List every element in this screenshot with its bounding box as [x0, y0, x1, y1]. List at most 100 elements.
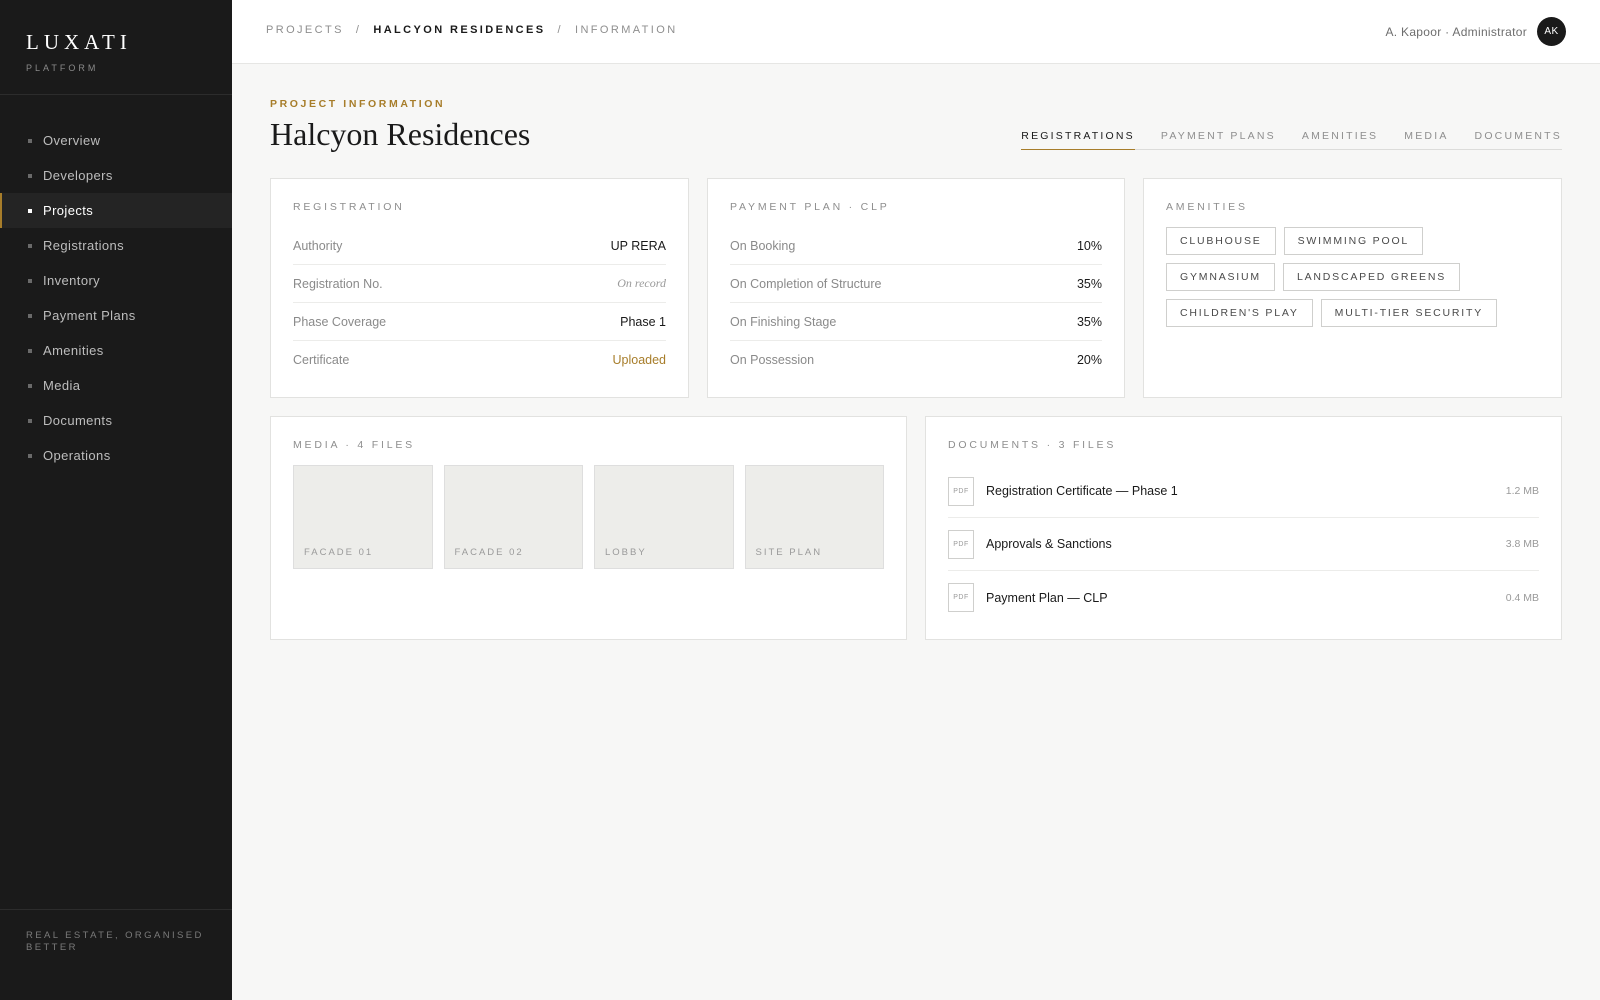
brand-subtitle: PLATFORM — [26, 63, 99, 73]
tab-amenities[interactable]: AMENITIES — [1302, 130, 1378, 149]
certificate-status[interactable]: Uploaded — [612, 353, 666, 367]
sidebar-item-label: Inventory — [43, 273, 101, 288]
payment-plan-card: PAYMENT PLAN · CLP On Booking 10% On Com… — [707, 178, 1125, 398]
breadcrumb-projects[interactable]: PROJECTS — [266, 24, 344, 36]
table-row: On Completion of Structure 35% — [730, 265, 1102, 303]
row-key: Registration No. — [293, 276, 383, 291]
thumbnail-caption: FACADE 02 — [454, 547, 524, 558]
table-row: Phase Coverage Phase 1 — [293, 303, 666, 341]
sidebar-item-registrations[interactable]: Registrations — [0, 228, 232, 263]
bullet-icon — [28, 278, 32, 283]
row-value: 35% — [1076, 276, 1102, 291]
sidebar-item-label: Operations — [43, 448, 111, 463]
bullet-icon — [28, 173, 32, 178]
tab-media[interactable]: MEDIA — [1404, 130, 1448, 149]
amenity-chip[interactable]: CLUBHOUSE — [1166, 227, 1276, 255]
page-eyebrow: PROJECT INFORMATION — [270, 98, 446, 110]
sidebar-nav: Overview Developers Projects Registratio… — [0, 95, 232, 473]
sidebar: LUXATI PLATFORM Overview Developers Proj… — [0, 0, 232, 1000]
bullet-icon — [28, 348, 32, 353]
registration-card: REGISTRATION Authority UP RERA Registrat… — [270, 178, 689, 398]
sidebar-item-inventory[interactable]: Inventory — [0, 263, 232, 298]
table-row: On Finishing Stage 35% — [730, 303, 1102, 341]
sidebar-item-label: Projects — [43, 203, 94, 218]
document-size: 1.2 MB — [1505, 485, 1539, 497]
document-name[interactable]: Approvals & Sanctions — [986, 537, 1506, 551]
table-row: Registration No. On record — [293, 265, 666, 303]
document-list: PDF Registration Certificate — Phase 1 1… — [948, 465, 1539, 624]
sidebar-item-projects[interactable]: Projects — [0, 193, 232, 228]
row-key: On Completion of Structure — [730, 276, 882, 291]
document-size: 3.8 MB — [1505, 538, 1539, 550]
page-title: Halcyon Residences — [270, 116, 531, 152]
tab-registrations[interactable]: REGISTRATIONS — [1021, 130, 1135, 150]
row-value: Phase 1 — [620, 314, 666, 329]
sidebar-item-label: Registrations — [43, 238, 125, 253]
sidebar-item-media[interactable]: Media — [0, 368, 232, 403]
document-size: 0.4 MB — [1505, 591, 1539, 604]
row-key: Certificate — [293, 353, 350, 367]
avatar[interactable]: AK — [1537, 17, 1566, 46]
tab-payment-plans[interactable]: PAYMENT PLANS — [1161, 130, 1276, 149]
document-name[interactable]: Registration Certificate — Phase 1 — [986, 484, 1506, 498]
sidebar-item-label: Media — [43, 378, 81, 393]
media-thumbnail[interactable]: LOBBY — [594, 465, 734, 569]
media-thumbnail[interactable]: FACADE 01 — [293, 465, 433, 569]
pdf-icon: PDF — [948, 583, 974, 612]
user-menu[interactable]: A. Kapoor · Administrator AK — [1385, 17, 1566, 46]
documents-card: DOCUMENTS · 3 FILES PDF Registration Cer… — [925, 416, 1562, 640]
breadcrumb-separator: / — [355, 24, 362, 36]
row-value: 35% — [1076, 314, 1102, 329]
bullet-icon — [28, 243, 32, 248]
registration-rows: Authority UP RERA Registration No. On re… — [293, 227, 666, 379]
amenity-chip[interactable]: CHILDREN'S PLAY — [1166, 299, 1313, 327]
sidebar-item-label: Developers — [43, 168, 113, 183]
breadcrumb-project[interactable]: HALCYON RESIDENCES — [373, 24, 545, 36]
tab-bar: REGISTRATIONS PAYMENT PLANS AMENITIES ME… — [1021, 130, 1562, 150]
payment-plan-rows: On Booking 10% On Completion of Structur… — [730, 227, 1102, 379]
sidebar-item-amenities[interactable]: Amenities — [0, 333, 232, 368]
list-item[interactable]: PDF Registration Certificate — Phase 1 1… — [948, 465, 1539, 518]
sidebar-tagline: REAL ESTATE, ORGANISED BETTER — [0, 909, 232, 1000]
row-value: 20% — [1076, 353, 1102, 367]
list-item[interactable]: PDF Payment Plan — CLP 0.4 MB — [948, 571, 1539, 624]
amenities-card: AMENITIES CLUBHOUSE SWIMMING POOL GYMNAS… — [1143, 178, 1562, 398]
media-thumbnail[interactable]: FACADE 02 — [443, 465, 583, 569]
pdf-icon: PDF — [948, 529, 974, 559]
card-label: PAYMENT PLAN · CLP — [730, 201, 890, 213]
card-label: AMENITIES — [1166, 201, 1248, 213]
tab-documents[interactable]: DOCUMENTS — [1475, 130, 1562, 149]
document-name[interactable]: Payment Plan — CLP — [986, 591, 1506, 605]
bullet-icon — [28, 313, 32, 318]
thumbnail-caption: SITE PLAN — [755, 547, 823, 558]
sidebar-item-documents[interactable]: Documents — [0, 403, 232, 438]
brand: LUXATI PLATFORM — [0, 0, 232, 95]
sidebar-item-label: Overview — [43, 133, 101, 148]
card-label: DOCUMENTS · 3 FILES — [948, 439, 1117, 451]
media-thumbnail[interactable]: SITE PLAN — [744, 465, 884, 569]
sidebar-item-payment-plans[interactable]: Payment Plans — [0, 298, 232, 333]
brand-logo[interactable]: LUXATI — [26, 30, 206, 55]
list-item[interactable]: PDF Approvals & Sanctions 3.8 MB — [948, 518, 1539, 571]
row-key: On Possession — [730, 353, 815, 367]
row-value: On record — [617, 276, 666, 290]
table-row: Certificate Uploaded — [293, 341, 666, 379]
sidebar-item-label: Payment Plans — [43, 308, 136, 323]
amenity-chip[interactable]: GYMNASIUM — [1166, 263, 1275, 291]
bullet-icon — [28, 418, 32, 423]
bullet-icon — [28, 383, 32, 388]
table-row: On Booking 10% — [730, 227, 1102, 265]
sidebar-item-overview[interactable]: Overview — [0, 123, 232, 158]
amenity-chip[interactable]: LANDSCAPED GREENS — [1282, 263, 1461, 291]
sidebar-item-operations[interactable]: Operations — [0, 438, 232, 473]
card-label: REGISTRATION — [293, 201, 405, 213]
amenity-chip[interactable]: SWIMMING POOL — [1283, 227, 1424, 255]
row-value: UP RERA — [610, 238, 666, 253]
amenity-chips: CLUBHOUSE SWIMMING POOL GYMNASIUM LANDSC… — [1166, 227, 1539, 327]
sidebar-item-label: Amenities — [43, 343, 104, 358]
sidebar-item-developers[interactable]: Developers — [0, 158, 232, 193]
card-label: MEDIA · 4 FILES — [293, 439, 415, 451]
bullet-icon — [28, 453, 32, 458]
amenity-chip[interactable]: MULTI-TIER SECURITY — [1320, 299, 1498, 327]
row-key: Authority — [293, 238, 343, 253]
